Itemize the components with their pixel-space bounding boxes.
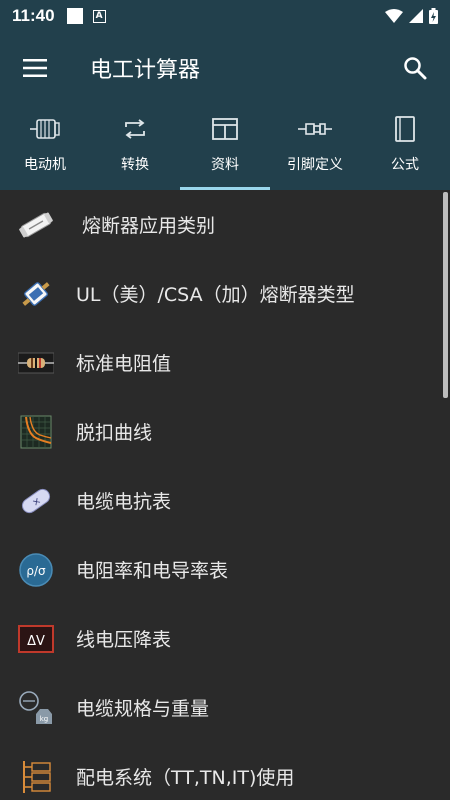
cable-weight-icon: kg: [19, 690, 52, 724]
tab-pin-definition[interactable]: 引脚定义: [270, 104, 360, 190]
list-item-label: 熔断器应用类别: [82, 215, 216, 237]
tab-formula[interactable]: 公式: [360, 104, 450, 190]
search-button[interactable]: [380, 32, 450, 104]
status-right-icons: [385, 8, 438, 24]
tab-label: 引脚定义: [287, 157, 343, 173]
menu-button[interactable]: [0, 32, 70, 104]
resistivity-icon: ρ/σ: [19, 552, 53, 587]
reference-list: 熔断器应用类别 UL（美）/CSA（加）熔断器类型 标准电阻值 脱扣曲线 × 电…: [0, 190, 450, 800]
status-bar: 11:40 A: [0, 0, 450, 32]
notification-icons: A: [66, 8, 106, 24]
tab-label: 电动机: [24, 157, 66, 173]
app-bar: 电工计算器: [0, 32, 450, 104]
list-item-label: 电缆规格与重量: [76, 698, 210, 720]
tab-label: 转换: [121, 157, 149, 173]
svg-text:kg: kg: [40, 715, 49, 723]
book-icon: [395, 116, 415, 142]
list-item-label: 线电压降表: [76, 629, 172, 651]
list-item[interactable]: kg 电缆规格与重量: [0, 673, 450, 742]
distribution-system-icon: [23, 760, 51, 793]
list-item[interactable]: ρ/σ 电阻率和电导率表: [0, 535, 450, 604]
list-item[interactable]: ΔV 线电压降表: [0, 604, 450, 673]
tab-data[interactable]: 资料: [180, 104, 270, 190]
list-item-label: 电阻率和电导率表: [76, 560, 229, 582]
voltage-drop-icon: ΔV: [18, 624, 54, 653]
list-item-label: UL（美）/CSA（加）熔断器类型: [76, 284, 355, 306]
tab-label: 公式: [391, 157, 419, 173]
wifi-icon: [385, 9, 403, 23]
motor-icon: [30, 119, 60, 139]
keyboard-a-icon: A: [92, 9, 106, 23]
tab-convert[interactable]: 转换: [90, 104, 180, 190]
data-table-icon: [212, 118, 238, 140]
resistor-icon: [18, 352, 54, 373]
tab-motor[interactable]: 电动机: [0, 104, 90, 190]
svg-text:ΔV: ΔV: [27, 634, 45, 649]
status-time: 11:40: [12, 6, 55, 25]
category-tabs: 电动机 转换 资料 引脚定义 公式: [0, 104, 450, 190]
fuse-type-icon: [22, 281, 50, 306]
list-item[interactable]: 配电系统（TT,TN,IT)使用: [0, 742, 450, 800]
list-item-label: 配电系统（TT,TN,IT)使用: [76, 767, 295, 789]
tab-label: 资料: [211, 157, 239, 173]
list-item-label: 标准电阻值: [76, 353, 172, 375]
list-scrollbar[interactable]: [443, 192, 448, 398]
convert-icon: [125, 119, 145, 139]
list-item[interactable]: UL（美）/CSA（加）熔断器类型: [0, 259, 450, 328]
fuse-icon: [19, 212, 53, 237]
hamburger-menu-icon: [23, 59, 47, 77]
list-item[interactable]: 脱扣曲线: [0, 397, 450, 466]
list-item[interactable]: 熔断器应用类别: [0, 190, 450, 259]
list-item[interactable]: 标准电阻值: [0, 328, 450, 397]
notification-square-icon: [66, 8, 83, 24]
cable-reactance-icon: ×: [21, 488, 51, 513]
battery-icon: [429, 8, 438, 24]
list-item-label: 电缆电抗表: [76, 491, 172, 513]
trip-curve-icon: [20, 415, 52, 448]
app-title: 电工计算器: [90, 58, 201, 83]
svg-text:ρ/σ: ρ/σ: [26, 564, 46, 578]
cell-signal-icon: [409, 9, 423, 23]
pin-connector-icon: [298, 123, 332, 135]
search-icon: [404, 57, 427, 80]
list-item-label: 脱扣曲线: [76, 422, 153, 444]
list-item[interactable]: × 电缆电抗表: [0, 466, 450, 535]
